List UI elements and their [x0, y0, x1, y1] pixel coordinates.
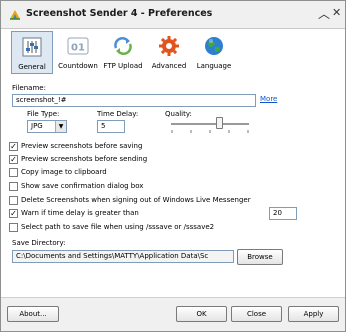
warn-delay-field[interactable]: 20 — [269, 207, 297, 220]
window-title: Screenshot Sender 4 - Preferences — [26, 8, 213, 19]
countdown-01-icon: 01 — [67, 37, 89, 55]
checkbox[interactable] — [9, 168, 18, 177]
ftp-upload-arrows-icon — [114, 37, 132, 55]
checkbox[interactable] — [9, 182, 18, 191]
option-label: Copy image to clipboard — [21, 168, 107, 176]
tab-countdown[interactable]: 01 Countdown — [57, 31, 99, 74]
option-label: Show save confirmation dialog box — [21, 182, 144, 190]
tab-advanced[interactable]: Advanced — [147, 31, 191, 74]
close-window-icon[interactable]: ✕ — [332, 6, 341, 19]
tab-ftp-upload[interactable]: FTP Upload — [101, 31, 145, 74]
filename-label: Filename: — [12, 84, 46, 92]
apply-button[interactable]: Apply — [288, 306, 339, 322]
app-logo-icon — [10, 10, 20, 20]
file-type-label: File Type: — [27, 110, 60, 118]
about-button[interactable]: About... — [7, 306, 59, 322]
dropdown-arrow-icon: ▼ — [55, 121, 66, 132]
browse-button[interactable]: Browse — [237, 249, 283, 265]
svg-text:01: 01 — [71, 43, 85, 54]
checkbox[interactable] — [9, 223, 18, 232]
checkbox[interactable] — [9, 196, 18, 205]
tab-label: FTP Upload — [103, 62, 143, 70]
more-link[interactable]: More — [260, 95, 277, 103]
save-directory-field[interactable]: C:\Documents and Settings\MATTY\Applicat… — [12, 250, 234, 263]
general-settings-panel: Filename: screenshot_!# More File Type: … — [9, 77, 339, 295]
checkbox[interactable]: ✓ — [9, 142, 18, 151]
tab-label: Advanced — [151, 62, 187, 70]
time-delay-label: Time Delay: — [97, 110, 139, 118]
filename-field[interactable]: screenshot_!# — [12, 94, 256, 107]
title-bar: Screenshot Sender 4 - Preferences ︿ ✕ — [1, 1, 345, 29]
preferences-window: Screenshot Sender 4 - Preferences ︿ ✕ Ge… — [0, 0, 346, 332]
globe-icon — [205, 37, 223, 55]
dialog-footer: About... OK Close Apply — [1, 297, 345, 331]
tab-label: Language — [196, 62, 232, 70]
quality-slider[interactable] — [171, 116, 251, 136]
ok-button[interactable]: OK — [176, 306, 227, 322]
checkbox[interactable]: ✓ — [9, 155, 18, 164]
option-label: Warn if time delay is greater than — [21, 209, 139, 217]
option-label: Preview screenshots before sending — [21, 155, 148, 163]
close-button[interactable]: Close — [231, 306, 282, 322]
option-label: Select path to save file when using /sss… — [21, 223, 215, 231]
tab-language[interactable]: Language — [193, 31, 235, 74]
option-label: Delete Screenshots when signing out of W… — [21, 196, 251, 204]
preferences-tab-bar: General 01 Countdown FTP Upload Advanced… — [9, 31, 339, 74]
time-delay-field[interactable]: 5 — [97, 120, 125, 133]
collapse-chevron-icon[interactable]: ︿ — [318, 5, 330, 22]
tab-label: Countdown — [58, 62, 98, 70]
checkbox[interactable]: ✓ — [9, 209, 18, 218]
slider-ticks — [171, 130, 249, 133]
option-label: Preview screenshots before saving — [21, 142, 143, 150]
save-directory-label: Save Directory: — [12, 239, 66, 247]
file-type-select[interactable]: JPG ▼ — [27, 120, 67, 133]
tab-label: General — [18, 63, 46, 71]
file-type-value: JPG — [31, 122, 43, 130]
general-sliders-icon — [22, 37, 42, 57]
slider-track — [171, 123, 249, 125]
slider-thumb[interactable] — [216, 117, 223, 129]
gear-icon — [159, 36, 179, 56]
tab-general[interactable]: General — [11, 31, 53, 74]
